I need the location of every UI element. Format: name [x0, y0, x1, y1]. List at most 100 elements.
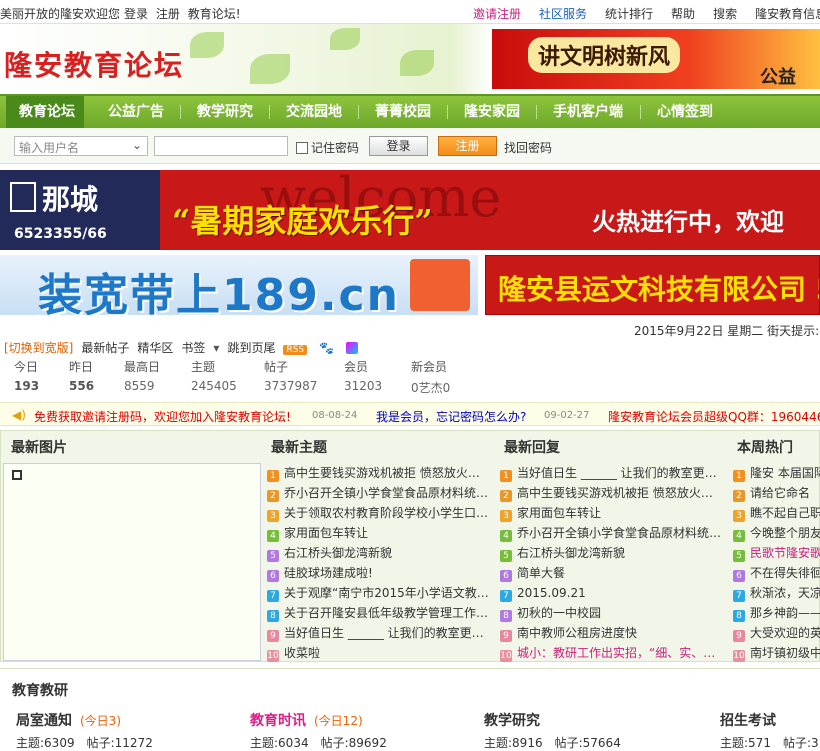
remember-password[interactable]: 记住密码 [296, 139, 359, 156]
nav-mobile-client[interactable]: 手机客户端 [553, 96, 623, 128]
topic-title[interactable]: 硅胶球场建成啦! [284, 566, 373, 580]
list-item[interactable]: 3 瞧不起自己职… [733, 503, 820, 523]
list-item[interactable]: 8 关于召开隆安县低年级教学管理工作… [267, 603, 493, 623]
reply-title[interactable]: 乔小召开全镇小学食堂食品原材料统… [517, 526, 721, 540]
hot-title[interactable]: 请给它命名 [750, 486, 810, 500]
list-item[interactable]: 9 大受欢迎的英… [733, 623, 820, 643]
topic-title[interactable]: 右江桥头御龙湾新貌 [284, 546, 392, 560]
reply-title[interactable]: 南中教师公租房进度快 [517, 626, 637, 640]
reply-title[interactable]: 城小：教研工作出实招，“细、实、… [517, 646, 715, 660]
reply-title[interactable]: 初秋的一中校园 [517, 606, 601, 620]
rss-icon[interactable]: RSS [283, 345, 308, 355]
hot-title[interactable]: 那乡神韵——… [750, 606, 820, 620]
list-item[interactable]: 8 初秋的一中校园 [500, 603, 726, 623]
topic-title[interactable]: 收菜啦 [284, 646, 320, 660]
list-item[interactable]: 2 请给它命名 [733, 483, 820, 503]
list-item[interactable]: 10 南圩镇初级中… [733, 643, 820, 663]
nav-exchange[interactable]: 交流园地 [286, 96, 342, 128]
register-link[interactable]: 注册 [156, 7, 180, 21]
reply-title[interactable]: 当好值日生 ______ 让我们的教室更… [517, 466, 717, 480]
app-icon[interactable] [345, 342, 358, 354]
reply-title[interactable]: 高中生要钱买游戏机被拒 愤怒放火… [517, 486, 713, 500]
community-service-link[interactable]: 社区服务 [539, 5, 587, 22]
list-item[interactable]: 2 高中生要钱买游戏机被拒 愤怒放火… [500, 483, 726, 503]
list-item[interactable]: 5 民歌节隆安歌… [733, 543, 820, 563]
list-item[interactable]: 1 当好值日生 ______ 让我们的教室更… [500, 463, 726, 483]
nav-public-ads[interactable]: 公益广告 [108, 96, 164, 128]
jump-end-link[interactable]: 跳到页尾 [227, 341, 275, 355]
bookmark-link[interactable]: 书签 [181, 341, 205, 355]
login-button[interactable]: 登录 [369, 136, 428, 156]
topic-title[interactable]: 高中生要钱买游戏机被拒 愤怒放火… [284, 466, 480, 480]
edu-info-link[interactable]: 隆安教育信息网 [755, 5, 820, 22]
latest-pictures-box[interactable] [3, 463, 261, 661]
list-item[interactable]: 3 关于领取农村教育阶段学校小学生口… [267, 503, 493, 523]
nav-mood-checkin[interactable]: 心情签到 [657, 96, 713, 128]
company-banner[interactable]: 隆安县运文科技有限公司 5 [485, 255, 820, 315]
broadband-banner[interactable]: 装宽带上189.cn [0, 255, 478, 315]
digest-link[interactable]: 精华区 [137, 341, 173, 355]
list-item[interactable]: 6 硅胶球场建成啦! [267, 563, 493, 583]
forum-name-text[interactable]: 局室通知 [16, 713, 72, 729]
hot-title[interactable]: 今晚整个朋友… [750, 526, 820, 540]
switch-wide-link[interactable]: [切换到宽版] [4, 341, 73, 355]
list-item[interactable]: 1 高中生要钱买游戏机被拒 愤怒放火… [267, 463, 493, 483]
list-item[interactable]: 9 当好值日生 ______ 让我们的教室更… [267, 623, 493, 643]
list-item[interactable]: 5 右江桥头御龙湾新貌 [500, 543, 726, 563]
checkbox-icon[interactable] [296, 142, 308, 154]
list-item[interactable]: 2 乔小召开全镇小学食堂食品原材料统… [267, 483, 493, 503]
list-item[interactable]: 1 隆安 本届国际… [733, 463, 820, 483]
topic-title[interactable]: 乔小召开全镇小学食堂食品原材料统… [284, 486, 488, 500]
nav-campus[interactable]: 菁菁校园 [375, 96, 431, 128]
nav-teaching-research[interactable]: 教学研究 [197, 96, 253, 128]
list-item[interactable]: 4 今晚整个朋友… [733, 523, 820, 543]
edu-section-title[interactable]: 教育教研 [12, 680, 68, 700]
password-field[interactable] [154, 136, 288, 156]
forum-name[interactable]: 招生考试 [720, 710, 820, 730]
list-item[interactable]: 4 家用面包车转让 [267, 523, 493, 543]
register-button[interactable]: 注册 [438, 136, 497, 156]
reply-title[interactable]: 家用面包车转让 [517, 506, 601, 520]
forum-name-text[interactable]: 教学研究 [484, 713, 540, 729]
site-logo[interactable]: 隆安教育论坛 [4, 44, 184, 84]
list-item[interactable]: 3 家用面包车转让 [500, 503, 726, 523]
topic-title[interactable]: 家用面包车转让 [284, 526, 368, 540]
list-item[interactable]: 6 简单大餐 [500, 563, 726, 583]
help-link[interactable]: 帮助 [671, 5, 695, 22]
reply-title[interactable]: 2015.09.21 [517, 586, 586, 600]
paw-icon[interactable]: 🐾 [319, 341, 334, 355]
list-item[interactable]: 7 2015.09.21 [500, 583, 726, 603]
hot-title[interactable]: 大受欢迎的英… [750, 626, 820, 640]
hot-title[interactable]: 瞧不起自己职… [750, 506, 820, 520]
find-password-link[interactable]: 找回密码 [504, 139, 552, 156]
hot-title[interactable]: 民歌节隆安歌… [750, 546, 820, 560]
list-item[interactable]: 6 不在得失徘徊… [733, 563, 820, 583]
reply-title[interactable]: 简单大餐 [517, 566, 565, 580]
topic-title[interactable]: 关于召开隆安县低年级教学管理工作… [284, 606, 488, 620]
stat-value[interactable]: 0艺杰0 [411, 379, 450, 396]
list-item[interactable]: 7 关于观摩“南宁市2015年小学语文教… [267, 583, 493, 603]
forum-name[interactable]: 教学研究 [484, 710, 621, 730]
topic-title[interactable]: 关于观摩“南宁市2015年小学语文教… [284, 586, 489, 600]
list-item[interactable]: 7 秋渐浓，天凉… [733, 583, 820, 603]
latest-posts-link[interactable]: 最新帖子 [81, 341, 129, 355]
reply-title[interactable]: 右江桥头御龙湾新貌 [517, 546, 625, 560]
topic-title[interactable]: 当好值日生 ______ 让我们的教室更… [284, 626, 484, 640]
login-link[interactable]: 登录 [124, 7, 148, 21]
forum-name[interactable]: 局室通知 (今日3) [16, 710, 153, 730]
nav-edu-forum[interactable]: 教育论坛 [6, 96, 84, 128]
invite-register-link[interactable]: 邀请注册 [473, 5, 521, 22]
hot-title[interactable]: 隆安 本届国际… [750, 466, 820, 480]
notice-item[interactable]: 隆安教育论坛会员超级QQ群：1960446 [608, 408, 820, 425]
list-item[interactable]: 5 右江桥头御龙湾新貌 [267, 543, 493, 563]
hot-title[interactable]: 不在得失徘徊… [750, 566, 820, 580]
search-link[interactable]: 搜索 [713, 5, 737, 22]
summer-banner[interactable]: 那城 6523355/66 welcome “暑期家庭欢乐行” 火热进行中，欢迎 [0, 170, 820, 250]
forum-name-text[interactable]: 教育时讯 [250, 713, 306, 729]
list-item[interactable]: 10 城小：教研工作出实招，“细、实、… [500, 643, 726, 663]
promo-banner[interactable]: 讲文明树新风 公益 [492, 29, 820, 89]
hot-title[interactable]: 南圩镇初级中… [750, 646, 820, 660]
topic-title[interactable]: 关于领取农村教育阶段学校小学生口… [284, 506, 488, 520]
forum-name-text[interactable]: 招生考试 [720, 713, 776, 729]
forum-name[interactable]: 教育时讯 (今日12) [250, 710, 387, 730]
